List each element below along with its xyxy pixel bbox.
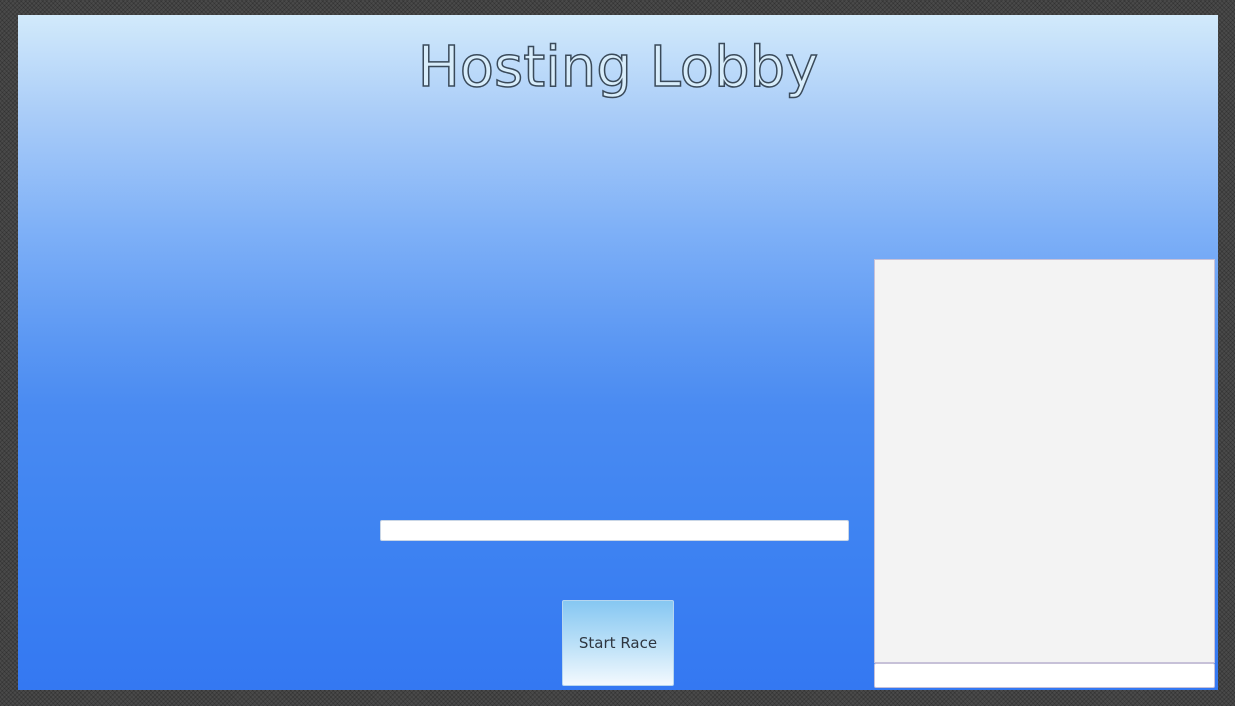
start-race-button[interactable]: Start Race xyxy=(562,600,674,686)
chat-input[interactable] xyxy=(874,663,1215,688)
lobby-text-field[interactable] xyxy=(380,520,849,541)
hosting-lobby-window: Hosting Lobby Start Race xyxy=(18,15,1218,690)
page-title: Hosting Lobby xyxy=(417,34,819,101)
chat-log-panel[interactable] xyxy=(874,259,1215,663)
